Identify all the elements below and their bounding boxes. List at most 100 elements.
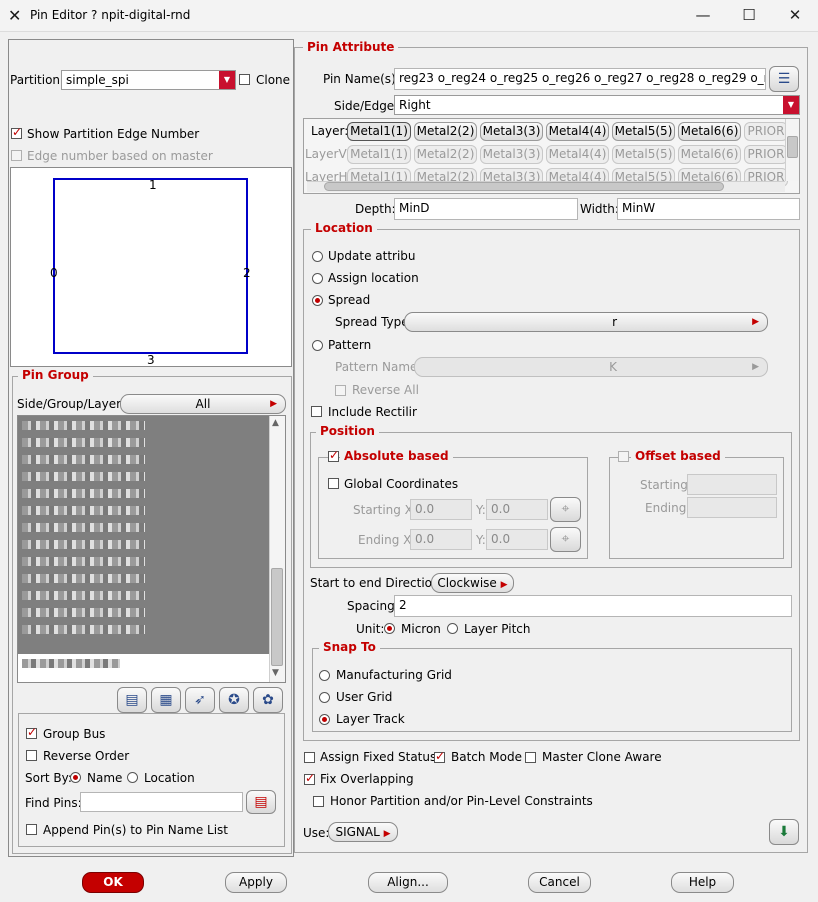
add-pin-group-icon[interactable]: ▤ [117, 687, 147, 713]
find-pins-input[interactable] [80, 792, 243, 812]
reverse-order-checkbox[interactable] [26, 750, 37, 761]
list-item[interactable] [22, 472, 145, 481]
offset-based-checkbox[interactable] [618, 451, 629, 462]
list-item[interactable] [22, 489, 145, 498]
list-item[interactable] [22, 608, 145, 617]
list-item[interactable] [22, 540, 145, 549]
spacing-input[interactable]: 2 [394, 595, 792, 617]
spread-radio[interactable] [312, 295, 323, 306]
list-item[interactable] [22, 574, 145, 583]
side-edge-select[interactable]: Right ▼ [394, 95, 800, 115]
layer-tab-metal5[interactable]: Metal5(5) [612, 122, 675, 141]
honor-constraints-checkbox[interactable] [313, 796, 324, 807]
layer-tab-metal1[interactable]: Metal1(1) [347, 122, 411, 141]
starting-y-input[interactable]: 0.0 [486, 499, 548, 520]
offset-starting-label: Starting: [640, 478, 692, 492]
layer-h-scroll-thumb[interactable] [324, 182, 724, 191]
direction-select[interactable]: Clockwise ▶ [431, 573, 514, 593]
layerv-tab-metal3[interactable]: Metal3(3) [480, 145, 543, 164]
sort-name-radio[interactable] [70, 772, 81, 783]
pin-names-input[interactable]: reg23 o_reg24 o_reg25 o_reg26 o_reg27 o_… [394, 68, 766, 90]
list-item[interactable] [22, 421, 145, 430]
layer-tab-prior[interactable]: PRIOR [744, 122, 788, 141]
minimize-button[interactable]: — [680, 0, 726, 32]
list-item[interactable] [22, 438, 145, 447]
pin-list-editor-icon[interactable]: ☰ [769, 66, 799, 92]
global-coords-checkbox[interactable] [328, 478, 339, 489]
group-bus-checkbox[interactable] [26, 725, 37, 739]
snap-mfg-radio[interactable] [319, 670, 330, 681]
save-settings-icon[interactable]: ⬇ [769, 819, 799, 845]
show-edge-number-checkbox[interactable] [11, 125, 22, 139]
batch-mode-checkbox[interactable] [434, 749, 445, 763]
assign-fixed-checkbox[interactable] [304, 752, 315, 763]
layer-tab-metal6[interactable]: Metal6(6) [678, 122, 741, 141]
layerv-tab-metal5[interactable]: Metal5(5) [612, 145, 675, 164]
append-pins-checkbox[interactable] [26, 824, 37, 835]
master-clone-checkbox[interactable] [525, 752, 536, 763]
layerv-tab-metal4[interactable]: Metal4(4) [546, 145, 609, 164]
list-item[interactable] [22, 591, 145, 600]
ok-button[interactable]: OK [82, 872, 144, 893]
maximize-button[interactable]: ☐ [726, 0, 772, 32]
assign-location-radio[interactable] [312, 273, 323, 284]
layer-tab-metal2[interactable]: Metal2(2) [414, 122, 477, 141]
pick-pin-icon[interactable]: ➶ [185, 687, 215, 713]
batch-mode-label: Batch Mode [451, 750, 523, 764]
update-attrib-radio[interactable] [312, 251, 323, 262]
list-item[interactable] [22, 557, 145, 566]
layerv-tab-metal2[interactable]: Metal2(2) [414, 145, 477, 164]
help-button[interactable]: Help [671, 872, 734, 893]
list-item[interactable] [22, 659, 120, 668]
include-rectilinear-checkbox[interactable] [311, 406, 322, 417]
apply-button[interactable]: Apply [225, 872, 287, 893]
snap-user-radio[interactable] [319, 692, 330, 703]
honor-constraints-label: Honor Partition and/or Pin-Level Constra… [330, 794, 593, 808]
layer-tab-metal3[interactable]: Metal3(3) [480, 122, 543, 141]
layer-tab-metal4[interactable]: Metal4(4) [546, 122, 609, 141]
reverse-all-checkbox[interactable] [335, 385, 346, 396]
offset-starting-input[interactable] [687, 474, 777, 495]
unit-pitch-radio[interactable] [447, 623, 458, 634]
list-item[interactable] [22, 625, 145, 634]
offset-ending-input[interactable] [687, 497, 777, 518]
edge-number-master-checkbox[interactable] [11, 150, 22, 161]
use-select[interactable]: SIGNAL ▶ [328, 822, 398, 842]
width-input[interactable]: MinW [617, 198, 800, 220]
sort-location-radio[interactable] [127, 772, 138, 783]
highlight-pin-icon[interactable]: ✪ [219, 687, 249, 713]
cancel-button[interactable]: Cancel [528, 872, 591, 893]
clone-checkbox[interactable] [239, 74, 250, 85]
edit-pin-group-icon[interactable]: ▦ [151, 687, 181, 713]
snap-track-radio[interactable] [319, 714, 330, 725]
fix-overlap-checkbox[interactable] [304, 771, 315, 785]
pick-end-point-icon[interactable]: ⌖ [550, 527, 581, 552]
list-item[interactable] [22, 523, 145, 532]
starting-x-input[interactable]: 0.0 [410, 499, 472, 520]
pattern-radio[interactable] [312, 340, 323, 351]
list-item[interactable] [22, 506, 145, 515]
pick-start-point-icon[interactable]: ⌖ [550, 497, 581, 522]
ending-y-input[interactable]: 0.0 [486, 529, 548, 550]
partition-select[interactable]: simple_spi ▼ [61, 70, 236, 90]
scroll-down-icon[interactable]: ▼ [272, 668, 279, 678]
pattern-name-select[interactable]: K ▶ [414, 357, 768, 377]
layerv-tab-metal1[interactable]: Metal1(1) [347, 145, 411, 164]
find-pins-icon[interactable]: ▤ [246, 790, 276, 814]
list-item[interactable] [22, 455, 145, 464]
pin-list-scroll-thumb[interactable] [271, 568, 283, 666]
spread-type-select[interactable]: r ▶ [404, 312, 768, 332]
align-button[interactable]: Align... [368, 872, 448, 893]
unit-micron-radio[interactable] [384, 623, 395, 634]
ending-x-input[interactable]: 0.0 [410, 529, 472, 550]
layerv-tab-metal6[interactable]: Metal6(6) [678, 145, 741, 164]
edge-label-bottom: 3 [147, 353, 155, 367]
scroll-up-icon[interactable]: ▲ [272, 418, 279, 428]
palette-icon[interactable]: ✿ [253, 687, 283, 713]
layerv-tab-prior[interactable]: PRIOR [744, 145, 788, 164]
layer-v-scroll-thumb[interactable] [787, 136, 798, 158]
absolute-based-checkbox[interactable] [328, 448, 339, 462]
close-button[interactable]: ✕ [772, 0, 818, 32]
side-group-layer-select[interactable]: All ▶ [120, 394, 286, 414]
depth-input[interactable]: MinD [394, 198, 578, 220]
